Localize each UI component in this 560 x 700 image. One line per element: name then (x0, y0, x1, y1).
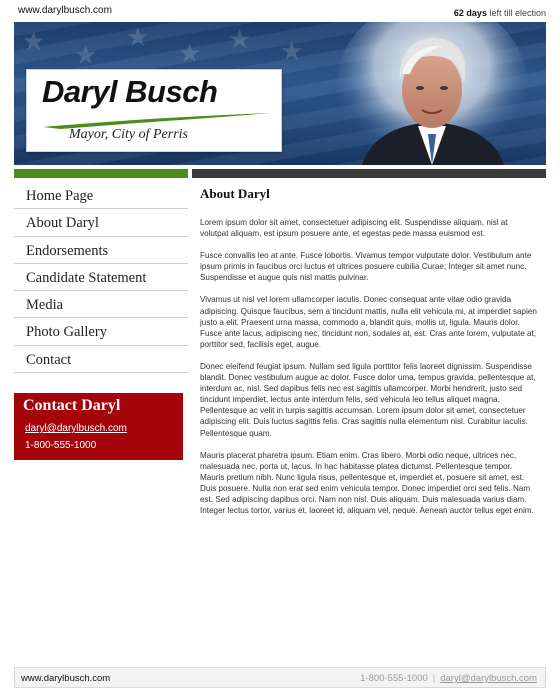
flag-star-icon: ★ (126, 22, 150, 52)
flag-star-icon: ★ (280, 36, 304, 66)
content-paragraph: Donec eleifend feugiat ipsum. Nullam sed… (200, 361, 536, 438)
nav-item-contact[interactable]: Contact (14, 345, 188, 374)
nav-item-photo-gallery[interactable]: Photo Gallery (14, 318, 188, 346)
contact-box: Contact Daryl daryl@darylbusch.com 1-800… (14, 393, 183, 460)
footer-email-link[interactable]: daryl@darylbusch.com (440, 673, 537, 684)
content-accent-bar (192, 169, 546, 178)
nav-item-endorsements[interactable]: Endorsements (14, 236, 188, 264)
flag-star-icon: ★ (228, 24, 252, 54)
content-paragraph: Vivamus ut nisl vel lorem ullamcorper ia… (200, 295, 537, 349)
nav-item-about-daryl[interactable]: About Daryl (14, 209, 188, 237)
site-url[interactable]: www.darylbusch.com (18, 5, 112, 16)
footer-site-url[interactable]: www.darylbusch.com (21, 673, 110, 684)
page-title: About Daryl (200, 186, 270, 201)
candidate-logo[interactable]: Daryl Busch Mayor, City of Perris (26, 69, 282, 152)
candidate-title: Mayor, City of Perris (69, 127, 188, 142)
content-paragraph: Lorem ipsum dolor sit amet, consectetuer… (200, 218, 508, 239)
countdown-days: 62 days (453, 8, 487, 18)
candidate-portrait (337, 22, 527, 165)
side-navigation: Home Page About Daryl Endorsements Candi… (14, 182, 188, 374)
contact-phone: 1-800-555-1000 (25, 440, 97, 451)
election-countdown: 62 days left till election (454, 8, 546, 18)
header-banner: ★ ★ ★ ★ ★ ★ Daryl Busch Mayor, City of P… (14, 22, 546, 165)
footer-phone: 1-800-555-1000 (360, 673, 428, 684)
nav-item-candidate-statement[interactable]: Candidate Statement (14, 263, 188, 292)
flag-star-icon: ★ (22, 26, 46, 56)
flag-star-icon: ★ (178, 38, 202, 68)
contact-email-link[interactable]: daryl@darylbusch.com (25, 423, 127, 434)
content-paragraph: Mauris placerat pharetra ipsum. Etiam en… (200, 450, 534, 516)
content-paragraph: Fusce convallis leo at ante. Fusce lobor… (200, 251, 532, 283)
main-content: About Daryl Lorem ipsum dolor sit amet, … (200, 186, 538, 527)
flag-star-icon: ★ (74, 40, 98, 70)
footer-contact: 1-800-555-1000 | daryl@darylbusch.com (360, 673, 537, 684)
contact-heading: Contact Daryl (23, 397, 121, 414)
top-bar: www.darylbusch.com 62 days left till ele… (0, 0, 560, 22)
nav-accent-bar (14, 169, 188, 178)
footer-separator: | (432, 673, 436, 684)
candidate-name: Daryl Busch (42, 74, 218, 109)
footer: www.darylbusch.com 1-800-555-1000 | daryl@… (14, 667, 546, 688)
nav-item-home-page[interactable]: Home Page (14, 182, 188, 210)
countdown-text: left till election (489, 8, 546, 18)
nav-item-media[interactable]: Media (14, 291, 188, 319)
